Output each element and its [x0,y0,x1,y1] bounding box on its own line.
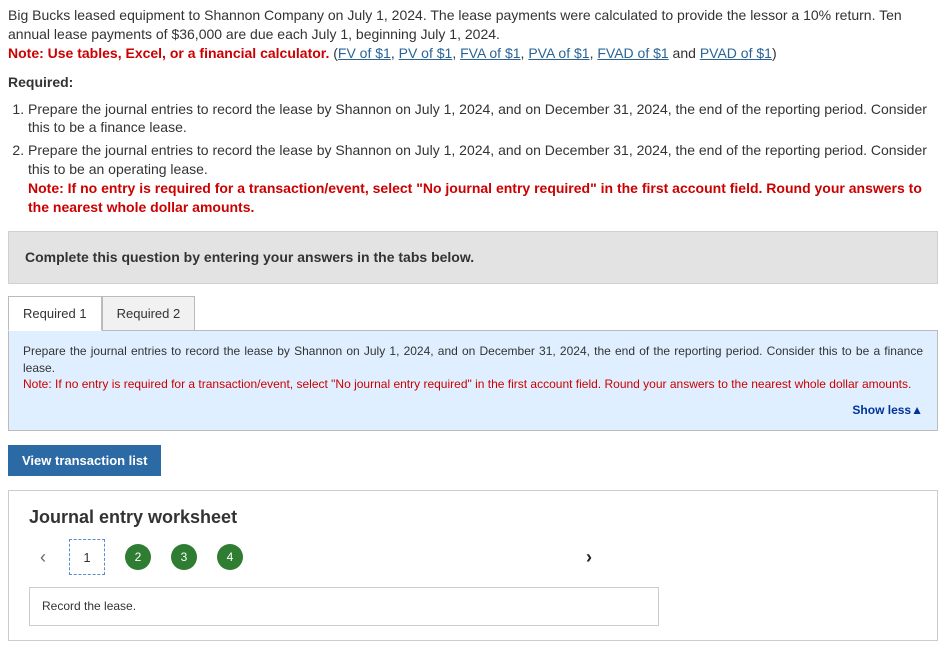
tab-content-note: Note: If no entry is required for a tran… [23,376,923,392]
tabs-row: Required 1 Required 2 [8,296,938,332]
step-current[interactable]: 1 [69,539,105,575]
requirement-inline-note: Note: If no entry is required for a tran… [28,179,938,217]
journal-worksheet: Journal entry worksheet ‹ 1 2 3 4 › Reco… [8,490,938,640]
requirement-2: Prepare the journal entries to record th… [28,141,938,217]
pager-next-icon[interactable]: › [575,543,603,571]
show-less-label: Show less [852,403,911,417]
intro-note: Note: Use tables, Excel, or a financial … [8,45,329,61]
requirements-list: Prepare the journal entries to record th… [28,100,938,217]
question-intro: Big Bucks leased equipment to Shannon Co… [8,6,938,63]
entry-prompt-box: Record the lease. [29,587,659,625]
pager-prev-icon[interactable]: ‹ [29,543,57,571]
view-transaction-list-button[interactable]: View transaction list [8,445,161,476]
link-pv[interactable]: PV of $1 [399,45,453,61]
link-pva[interactable]: PVA of $1 [528,45,589,61]
complete-instructions: Complete this question by entering your … [8,231,938,284]
tab-required-2[interactable]: Required 2 [102,296,196,332]
step-4[interactable]: 4 [217,544,243,570]
show-less-toggle[interactable]: Show less▲ [23,402,923,418]
intro-text: Big Bucks leased equipment to Shannon Co… [8,7,902,42]
tab-content: Prepare the journal entries to record th… [8,331,938,431]
worksheet-pager: ‹ 1 2 3 4 › [29,539,917,575]
requirement-2-text: Prepare the journal entries to record th… [28,142,927,177]
step-2[interactable]: 2 [125,544,151,570]
caret-up-icon: ▲ [911,403,923,417]
link-fva[interactable]: FVA of $1 [460,45,520,61]
tab-content-body: Prepare the journal entries to record th… [23,343,923,375]
step-3[interactable]: 3 [171,544,197,570]
required-heading: Required: [8,73,938,92]
tab-required-1[interactable]: Required 1 [8,296,102,332]
worksheet-title: Journal entry worksheet [29,505,917,529]
link-pvad[interactable]: PVAD of $1 [700,45,772,61]
requirement-1: Prepare the journal entries to record th… [28,100,938,138]
link-fv[interactable]: FV of $1 [338,45,391,61]
link-fvad[interactable]: FVAD of $1 [597,45,668,61]
